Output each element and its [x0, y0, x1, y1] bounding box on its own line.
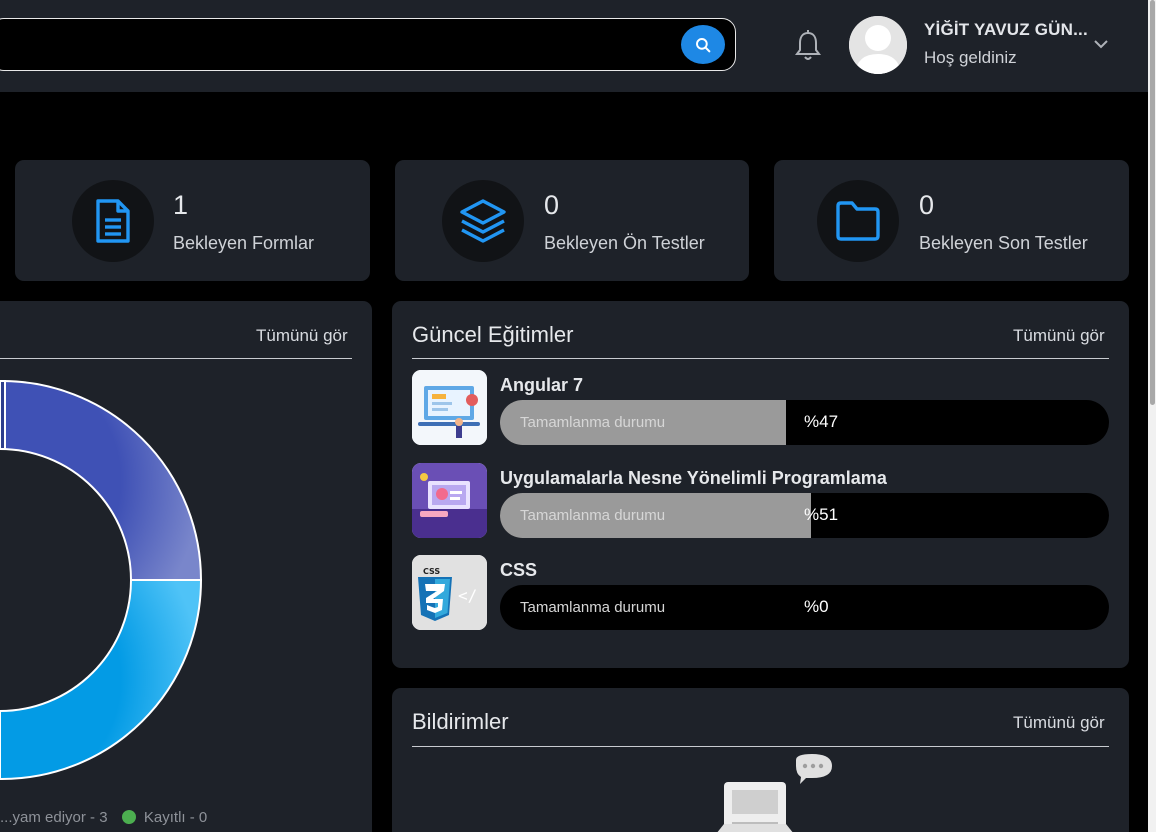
progress-bar: Tamamlanma durumu %0	[500, 585, 1109, 630]
progress-bar: Tamamlanma durumu %51	[500, 493, 1109, 538]
search-input[interactable]	[0, 18, 736, 71]
chart-slice[interactable]	[0, 379, 203, 581]
stat-value: 0	[919, 190, 935, 220]
progress-percent: %51	[804, 505, 839, 524]
stat-value: 1	[173, 190, 189, 220]
progress-label: Tamamlanma durumu	[520, 507, 666, 524]
svg-text:</: </	[458, 586, 477, 605]
chart-slice[interactable]	[0, 579, 203, 781]
course-image	[412, 463, 487, 538]
bell-icon[interactable]	[793, 29, 823, 63]
donut-chart	[0, 379, 203, 781]
stat-icon-circle	[442, 180, 524, 262]
panel-title: Bildirimler	[412, 709, 509, 734]
folder-icon	[836, 201, 880, 241]
avatar[interactable]	[849, 16, 907, 74]
search-icon	[696, 37, 711, 52]
course-title[interactable]: Angular 7	[500, 375, 583, 396]
user-icon	[849, 16, 907, 74]
stat-card-posttests[interactable]: 0 Bekleyen Son Testler	[774, 160, 1129, 281]
chart-slice[interactable]	[0, 380, 6, 450]
course-thumbnail[interactable]	[412, 463, 487, 538]
empty-notifications-icon	[717, 754, 832, 832]
progress-percent: %0	[804, 597, 829, 616]
progress-label: Tamamlanma durumu	[520, 599, 666, 616]
chevron-down-icon[interactable]	[1093, 38, 1109, 50]
divider	[412, 746, 1109, 747]
search-button[interactable]	[681, 25, 725, 64]
course-thumbnail[interactable]	[412, 370, 487, 445]
see-all-link[interactable]: Tümünü gör	[256, 326, 348, 346]
stat-label: Bekleyen Ön Testler	[544, 233, 705, 253]
divider	[0, 358, 352, 359]
see-all-link[interactable]: Tümünü gör	[1013, 326, 1105, 346]
course-image	[412, 370, 487, 445]
stat-value: 0	[544, 190, 560, 220]
legend-item: Kayıtlı - 0	[143, 809, 208, 826]
stat-label: Bekleyen Formlar	[173, 233, 315, 253]
legend-dot	[121, 810, 136, 824]
stat-icon-circle	[817, 180, 899, 262]
stat-icon-circle	[72, 180, 154, 262]
user-name[interactable]: YİĞİT YAVUZ GÜN...	[924, 20, 1088, 40]
course-thumbnail[interactable]: CSS </	[412, 555, 487, 630]
progress-bar: Tamamlanma durumu %47	[500, 400, 1109, 445]
panel-title: Güncel Eğitimler	[412, 322, 574, 347]
document-icon	[96, 199, 130, 243]
css3-icon: CSS </	[412, 555, 487, 630]
svg-text:CSS: CSS	[423, 567, 440, 576]
legend-item: ...yam ediyor - 3	[0, 809, 108, 826]
progress-label: Tamamlanma durumu	[520, 414, 666, 431]
stat-card-pretests[interactable]: 0 Bekleyen Ön Testler	[395, 160, 749, 281]
see-all-link[interactable]: Tümünü gör	[1013, 713, 1105, 733]
courses-panel: Güncel Eğitimler Tümünü gör Angular 7 Ta…	[392, 301, 1129, 668]
stat-label: Bekleyen Son Testler	[919, 233, 1088, 253]
user-greeting: Hoş geldiniz	[924, 48, 1017, 67]
scrollbar-thumb[interactable]	[1150, 0, 1155, 405]
divider	[412, 358, 1109, 359]
layers-icon	[460, 199, 506, 243]
stat-card-forms[interactable]: 1 Bekleyen Formlar	[15, 160, 370, 281]
progress-percent: %47	[804, 412, 839, 431]
course-title[interactable]: Uygulamalarla Nesne Yönelimli Programlam…	[500, 468, 887, 489]
chart-legend: ...yam ediyor - 3 Kayıtlı - 0	[0, 809, 207, 826]
course-title[interactable]: CSS	[500, 560, 537, 581]
notifications-panel: Bildirimler Tümünü gör	[392, 688, 1129, 832]
